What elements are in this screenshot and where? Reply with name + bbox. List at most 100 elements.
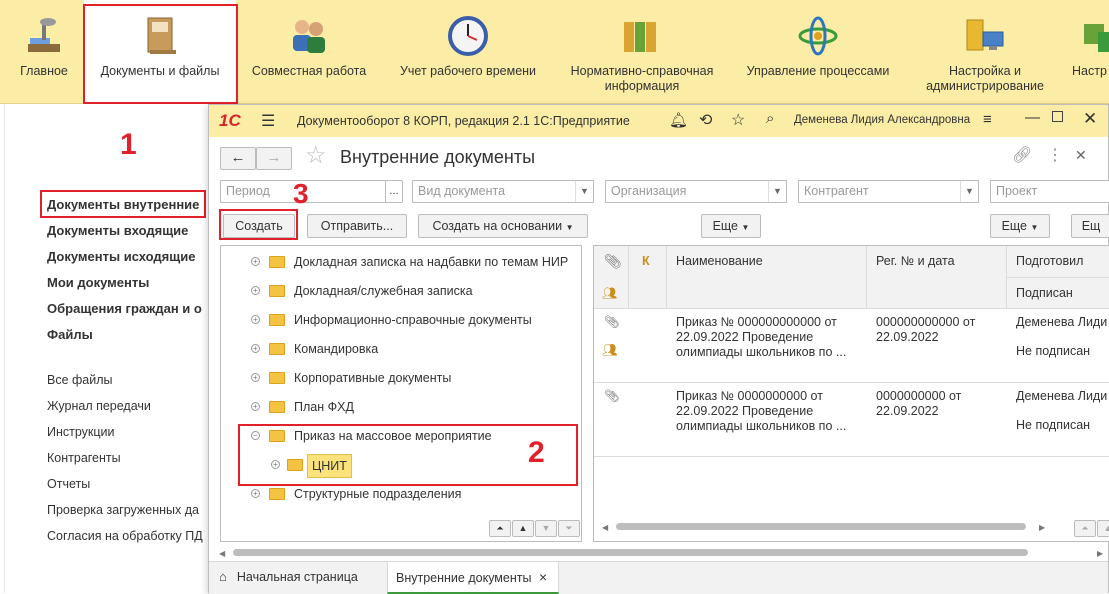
row-name-line: Приказ № 000000000000 от [676, 315, 837, 329]
section-main[interactable]: Главное [8, 0, 80, 104]
tab-current-label: Внутренние документы [396, 571, 532, 585]
section-process-management[interactable]: Управление процессами [740, 0, 896, 104]
col-header-attach[interactable]: 📎︎ 👥︎ [594, 246, 629, 309]
dropdown-arrow-icon: ▼ [565, 223, 574, 232]
settings-menu-icon[interactable]: ≡ [983, 111, 992, 128]
folder-icon [269, 401, 285, 413]
tree-node[interactable]: + Докладная записка на надбавки по темам… [221, 248, 581, 277]
section-collaboration[interactable]: Совместная работа [246, 0, 372, 104]
col-header-signed[interactable]: Подписан [1007, 278, 1109, 309]
expand-icon[interactable]: + [251, 344, 260, 353]
back-button[interactable]: ← [220, 147, 256, 170]
horizontal-scrollbar[interactable] [616, 523, 1026, 530]
chevron-down-icon[interactable]: ▼ [768, 181, 786, 202]
bell-icon[interactable]: 🔔︎ [669, 111, 688, 129]
table-row[interactable]: 📎︎ 👥︎ Приказ № 000000000000 от 22.09.202… [594, 309, 1109, 383]
left-navigation [4, 104, 209, 593]
dropdown-arrow-icon: ▼ [1030, 223, 1039, 232]
nav-my-docs[interactable]: Мои документы [47, 275, 149, 290]
tab-close-icon[interactable]: × [539, 569, 547, 585]
expand-icon[interactable]: + [251, 489, 260, 498]
tree-node[interactable]: + Командировка [221, 335, 581, 364]
star-icon[interactable]: ☆ [731, 110, 745, 130]
history-icon[interactable]: ⟲ [699, 110, 712, 130]
nav-all-files[interactable]: Все файлы [47, 373, 113, 387]
nav-docs-incoming[interactable]: Документы входящие [47, 223, 188, 238]
create-based-button[interactable]: Создать на основании ▼ [418, 214, 588, 238]
more-vert-icon[interactable]: ⋮ [1047, 148, 1063, 164]
doc-type-field[interactable]: Вид документа ▼ [412, 180, 594, 203]
window-scroll-right-icon[interactable]: ▶ [1097, 546, 1103, 561]
row-reg-line: 0000000000 от [876, 389, 962, 403]
project-field[interactable]: Проект [990, 180, 1109, 203]
create-based-label: Создать на основании [432, 219, 563, 233]
forward-button[interactable]: → [256, 147, 292, 170]
section-admin[interactable]: Настройка и администрирование [910, 0, 1060, 104]
tree-node[interactable]: + Корпоративные документы [221, 364, 581, 393]
scroll-bottom-button[interactable]: ⏷ [558, 520, 580, 537]
tree-node[interactable]: + Докладная/служебная записка [221, 277, 581, 306]
close-form-icon[interactable]: ✕ [1075, 148, 1087, 163]
section-time-tracking-label: Учет рабочего времени [399, 64, 537, 78]
tree-node[interactable]: + Информационно-справочные документы [221, 306, 581, 335]
nav-reports[interactable]: Отчеты [47, 477, 90, 491]
folder-icon [269, 285, 285, 297]
section-reference-info-label: Нормативно-справочная информация [570, 64, 714, 93]
nav-counterparties[interactable]: Контрагенты [47, 451, 121, 465]
close-window-icon[interactable]: ✕ [1083, 109, 1097, 129]
send-button[interactable]: Отправить... [307, 214, 407, 238]
section-reference-info[interactable]: Нормативно-справочная информация [560, 0, 724, 104]
search-icon[interactable]: ⌕ [766, 110, 774, 127]
chevron-down-icon[interactable]: ▼ [575, 181, 593, 202]
expand-icon[interactable]: + [251, 402, 260, 411]
nav-instructions[interactable]: Инструкции [47, 425, 115, 439]
scroll-right-icon[interactable]: ▶ [1039, 520, 1045, 535]
nav-transfer-log[interactable]: Журнал передачи [47, 399, 151, 413]
maximize-icon[interactable] [1052, 111, 1063, 122]
scroll-top-button[interactable]: ⏶ [489, 520, 511, 537]
nav-docs-outgoing[interactable]: Документы исходящие [47, 249, 195, 264]
scroll-left-icon[interactable]: ◀ [602, 520, 608, 535]
col-header-k[interactable]: К [629, 246, 667, 309]
favorite-star-icon[interactable]: ☆ [305, 143, 327, 169]
section-settings-partial[interactable]: Настр [1066, 0, 1109, 104]
section-time-tracking[interactable]: Учет рабочего времени [388, 0, 548, 104]
period-select-button[interactable]: ... [385, 180, 403, 203]
more-button-extra[interactable]: Ещ [1071, 214, 1109, 238]
organization-placeholder: Организация [611, 184, 687, 198]
nav-check-uploaded[interactable]: Проверка загруженных да [47, 503, 207, 517]
nav-files[interactable]: Файлы [47, 327, 93, 342]
scroll-up-button[interactable]: ▲ [1097, 520, 1109, 537]
nav-citizen-requests[interactable]: Обращения граждан и о [47, 301, 202, 316]
row-name-line: 22.09.2022 Проведение [676, 330, 814, 344]
tree-node[interactable]: + План ФХД [221, 393, 581, 422]
link-icon[interactable]: 🔗︎ [1012, 148, 1032, 164]
chevron-down-icon[interactable]: ▼ [960, 181, 978, 202]
col-header-prepared[interactable]: Подготовил [1007, 246, 1109, 278]
expand-icon[interactable]: + [251, 373, 260, 382]
col-header-name[interactable]: Наименование [667, 246, 867, 309]
window-scroll-left-icon[interactable]: ◀ [219, 546, 225, 561]
more-button-tree[interactable]: Еще ▼ [701, 214, 761, 238]
nav-consents[interactable]: Согласия на обработку ПД [47, 529, 207, 543]
tab-current[interactable]: Внутренние документы × [387, 562, 559, 594]
scroll-up-button[interactable]: ▲ [512, 520, 534, 537]
counterparty-field[interactable]: Контрагент ▼ [798, 180, 979, 203]
annotation-box-tree [238, 424, 578, 486]
scroll-top-button[interactable]: ⏶ [1074, 520, 1096, 537]
table-row[interactable]: 📎︎ Приказ № 0000000000 от 22.09.2022 Про… [594, 383, 1109, 457]
user-name[interactable]: Деменева Лидия Александровна [794, 114, 970, 126]
expand-icon[interactable]: + [251, 257, 260, 266]
expand-icon[interactable]: + [251, 286, 260, 295]
folder-icon [269, 372, 285, 384]
section-settings-partial-label: Настр [1072, 64, 1107, 78]
more-button-list[interactable]: Еще ▼ [990, 214, 1050, 238]
window-horizontal-scrollbar[interactable] [233, 549, 1028, 556]
col-header-reg[interactable]: Рег. № и дата [867, 246, 1007, 309]
minimize-icon[interactable]: — [1025, 109, 1040, 126]
expand-icon[interactable]: + [251, 315, 260, 324]
organization-field[interactable]: Организация ▼ [605, 180, 787, 203]
menu-icon[interactable]: ☰ [261, 111, 275, 131]
tab-home[interactable]: ⌂ Начальная страница [219, 562, 384, 594]
scroll-down-button[interactable]: ▼ [535, 520, 557, 537]
